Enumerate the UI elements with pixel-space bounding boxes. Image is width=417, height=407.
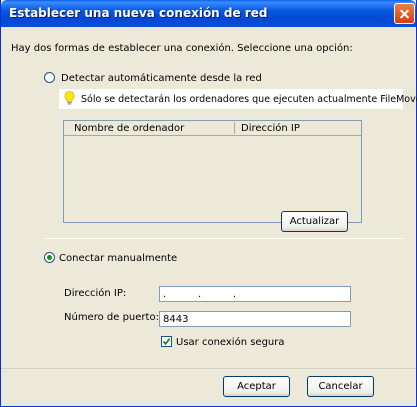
section-separator [45, 238, 403, 239]
manual-connect-radio[interactable] [44, 252, 55, 263]
computer-list[interactable]: Nombre de ordenador Dirección IP [63, 120, 362, 223]
cancel-button[interactable]: Cancelar [307, 376, 374, 397]
title-bar[interactable]: Establecer una nueva conexión de red [1, 0, 416, 27]
auto-detect-label[interactable]: Detectar automáticamente desde la red [61, 73, 262, 84]
refresh-button[interactable]: Actualizar [281, 211, 348, 232]
footer-divider [1, 368, 416, 369]
secure-connection-label[interactable]: Usar conexión segura [176, 337, 285, 348]
close-icon[interactable] [394, 3, 415, 24]
ip-address-field[interactable] [159, 286, 351, 302]
connection-dialog: Establecer una nueva conexión de red Hay… [0, 0, 417, 407]
checkmark-icon [162, 338, 171, 346]
intro-text: Hay dos formas de establecer una conexió… [11, 43, 353, 54]
window-title: Establecer una nueva conexión de red [9, 6, 268, 20]
ok-button[interactable]: Aceptar [223, 376, 290, 397]
column-divider[interactable] [234, 122, 235, 134]
column-header-computer-name[interactable]: Nombre de ordenador [74, 123, 184, 134]
secure-connection-checkbox[interactable] [161, 336, 172, 347]
port-label: Número de puerto: [64, 312, 159, 323]
list-header: Nombre de ordenador Dirección IP [64, 121, 361, 136]
lightbulb-icon [64, 91, 75, 105]
auto-detect-radio[interactable] [44, 72, 55, 83]
manual-connect-label[interactable]: Conectar manualmente [59, 253, 177, 264]
port-field[interactable] [159, 311, 351, 327]
column-header-ip-address[interactable]: Dirección IP [241, 123, 300, 134]
info-text: Sólo se detectarán los ordenadores que e… [81, 94, 417, 105]
ip-address-label: Dirección IP: [64, 288, 127, 299]
